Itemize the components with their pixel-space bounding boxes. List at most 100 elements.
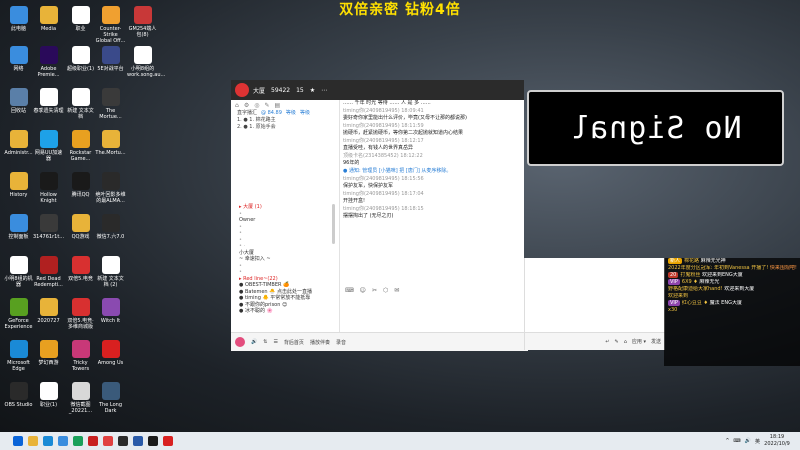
ranking-row[interactable]: 2. ● 1. 原始手会: [231, 124, 339, 131]
desktop-icon[interactable]: Administr...: [3, 130, 34, 156]
input-tool-icon[interactable]: ✉: [394, 287, 399, 294]
desktop-icon[interactable]: 此电脑: [3, 6, 34, 32]
speaker-icon[interactable]: 🔊: [251, 339, 257, 345]
desktop-icon-label: 控制面板: [8, 234, 29, 240]
input-tool-icon[interactable]: ⬡: [383, 287, 388, 294]
desktop-icon[interactable]: 职业(1): [33, 382, 64, 408]
user-tree-node[interactable]: ● 冰不聪的 🌸: [235, 308, 335, 315]
desktop-icon[interactable]: Microsoft Edge: [3, 340, 34, 372]
desktop-icon[interactable]: 小明8组的机器: [3, 256, 34, 288]
desktop-icon[interactable]: 小明8组的 work.song.au...: [127, 46, 165, 78]
background-music-button[interactable]: 背后首页: [284, 339, 304, 346]
left-tool-icon[interactable]: ◎: [254, 102, 259, 109]
apply-dropdown[interactable]: 应用 ▾: [632, 338, 646, 345]
send-button[interactable]: 发送: [651, 338, 661, 345]
tray-icon[interactable]: ⌨: [734, 438, 741, 444]
desktop-icon[interactable]: GM254端人包(8): [127, 6, 158, 38]
danmaku-overlay: 新人 棉花路 麻辣无光神 2022年度分区冠军: 年初到Vanessa 开播了! 快…: [664, 258, 800, 366]
record-button[interactable]: 录音: [336, 339, 346, 346]
desktop-icon[interactable]: 双倍5.电竞·多维商城版: [65, 298, 96, 330]
desktop-icon[interactable]: 双倍5.电竞: [65, 256, 96, 282]
input-tool-icon[interactable]: ☺: [360, 287, 366, 294]
input-tool-icon[interactable]: ⌨: [345, 287, 354, 294]
taskbar-app-icon[interactable]: [13, 436, 23, 446]
menu-icon[interactable]: ☰: [273, 339, 277, 345]
desktop-icon[interactable]: 超级职业(1): [65, 46, 96, 72]
desktop-icon[interactable]: 春季遗失清理: [33, 88, 64, 114]
app-icon: [71, 298, 90, 316]
clock[interactable]: 18:19 2022/10/9: [760, 434, 794, 448]
desktop-icon[interactable]: 回收站: [3, 88, 34, 114]
mic-button[interactable]: [235, 337, 245, 347]
tray-icon[interactable]: ^: [725, 438, 729, 444]
desktop-icon[interactable]: 职业: [65, 6, 96, 32]
left-tool-icon[interactable]: ✎: [264, 102, 269, 109]
desktop-icon[interactable]: The Long Dark: [95, 382, 126, 414]
desktop-icon[interactable]: Tricky Towers: [65, 340, 96, 372]
desktop-icon-label: Red Dead Redempti...: [34, 276, 63, 288]
danmaku-line: 野格配康迪给大家hand! 欢迎来到大厦: [664, 286, 800, 293]
favorite-icon[interactable]: ★: [310, 87, 315, 94]
taskbar-app-icon[interactable]: [163, 436, 173, 446]
app-icon: [101, 130, 120, 148]
desktop-icon[interactable]: 网络: [3, 46, 34, 72]
left-tool-icon[interactable]: ⚙: [244, 102, 249, 109]
chat-app-window[interactable]: 大厦 59422 15 ★ ⋯ ⌂ ⚙ ◎ ✎ ▤ 直字播汇 @ 84.89 等级 等级 1. …: [231, 80, 528, 351]
app-icon: [9, 214, 28, 232]
taskbar-app-icon[interactable]: [28, 436, 38, 446]
desktop-icon[interactable]: The.Mortu...: [95, 130, 126, 156]
desktop-icon-label: 双倍5.电竞: [68, 276, 93, 282]
desktop-icon[interactable]: Counter-Strike Global Off...: [95, 6, 126, 44]
app-icon: [101, 340, 120, 358]
desktop-icon[interactable]: History: [3, 172, 34, 198]
chat-input-area[interactable]: ↵ ✎ ⌂ 应用 ▾ 发送: [524, 258, 665, 350]
left-tool-icon[interactable]: ⌂: [235, 102, 239, 109]
ranking-row[interactable]: 1. ● 1. 棉花路主: [231, 117, 339, 124]
room-avatar[interactable]: [235, 83, 249, 97]
tray-icon[interactable]: 🔊: [745, 438, 751, 444]
online-count: 15: [296, 86, 304, 94]
desktop-icon[interactable]: QQ游戏: [65, 214, 96, 240]
app-icon: [9, 298, 28, 316]
input-tool-icon[interactable]: ✂: [372, 287, 377, 294]
desktop-icon[interactable]: Hollow Knight: [33, 172, 64, 204]
desktop-icon[interactable]: 314761r1t...: [33, 214, 64, 240]
taskbar-app-icon[interactable]: [73, 436, 83, 446]
switch-icon[interactable]: ⇅: [263, 339, 267, 345]
taskbar-app-icon[interactable]: [58, 436, 68, 446]
taskbar-app-icon[interactable]: [88, 436, 98, 446]
desktop-icon[interactable]: 2020727: [33, 298, 64, 324]
more-icon[interactable]: ⋯: [321, 87, 327, 94]
desktop-icon[interactable]: 微信7.六7.0: [95, 214, 126, 240]
ranking-row[interactable]: 直字播汇 @ 84.89 等级 等级: [231, 110, 339, 117]
desktop-icon[interactable]: 绝叶回影多维的最ALMA...: [95, 172, 126, 204]
edit-icon[interactable]: ✎: [614, 339, 618, 345]
left-tool-icon[interactable]: ▤: [274, 102, 280, 109]
desktop-icon[interactable]: Witch It: [95, 298, 126, 324]
desktop-icon[interactable]: 微信截图_20221...: [65, 382, 96, 414]
desktop-icon[interactable]: 控制面板: [3, 214, 34, 240]
desktop-icon[interactable]: 新建 文本文档: [65, 88, 96, 120]
desktop-icon[interactable]: 梦幻西游: [33, 340, 64, 366]
play-accompaniment-button[interactable]: 播放伴奏: [310, 339, 330, 346]
desktop-icon[interactable]: Media: [33, 6, 64, 32]
desktop-icon[interactable]: 网易UU加速器: [33, 130, 64, 162]
user-tree-scrollbar[interactable]: [332, 204, 335, 244]
taskbar-app-icon[interactable]: [148, 436, 158, 446]
desktop-icon[interactable]: OBS Studio: [3, 382, 34, 408]
desktop-icon[interactable]: GeForce Experience: [3, 298, 34, 330]
desktop-icon[interactable]: Red Dead Redempti...: [33, 256, 64, 288]
taskbar-app-icon[interactable]: [43, 436, 53, 446]
home-icon[interactable]: ⌂: [624, 339, 627, 345]
taskbar-app-icon[interactable]: [103, 436, 113, 446]
taskbar-app-icon[interactable]: [133, 436, 143, 446]
desktop-icon[interactable]: 腾讯QQ: [65, 172, 96, 198]
desktop-icon[interactable]: 5E对战平台: [95, 46, 126, 72]
desktop-icon[interactable]: Among Us: [95, 340, 126, 366]
desktop-icon[interactable]: The Mortue...: [95, 88, 126, 120]
desktop-icon[interactable]: 新建 文本文档 (2): [95, 256, 126, 288]
desktop-icon[interactable]: Adobe Premie...: [33, 46, 64, 78]
desktop-icon[interactable]: Rockstar Game...: [65, 130, 96, 162]
taskbar-app-icon[interactable]: [118, 436, 128, 446]
enter-icon[interactable]: ↵: [605, 339, 609, 345]
